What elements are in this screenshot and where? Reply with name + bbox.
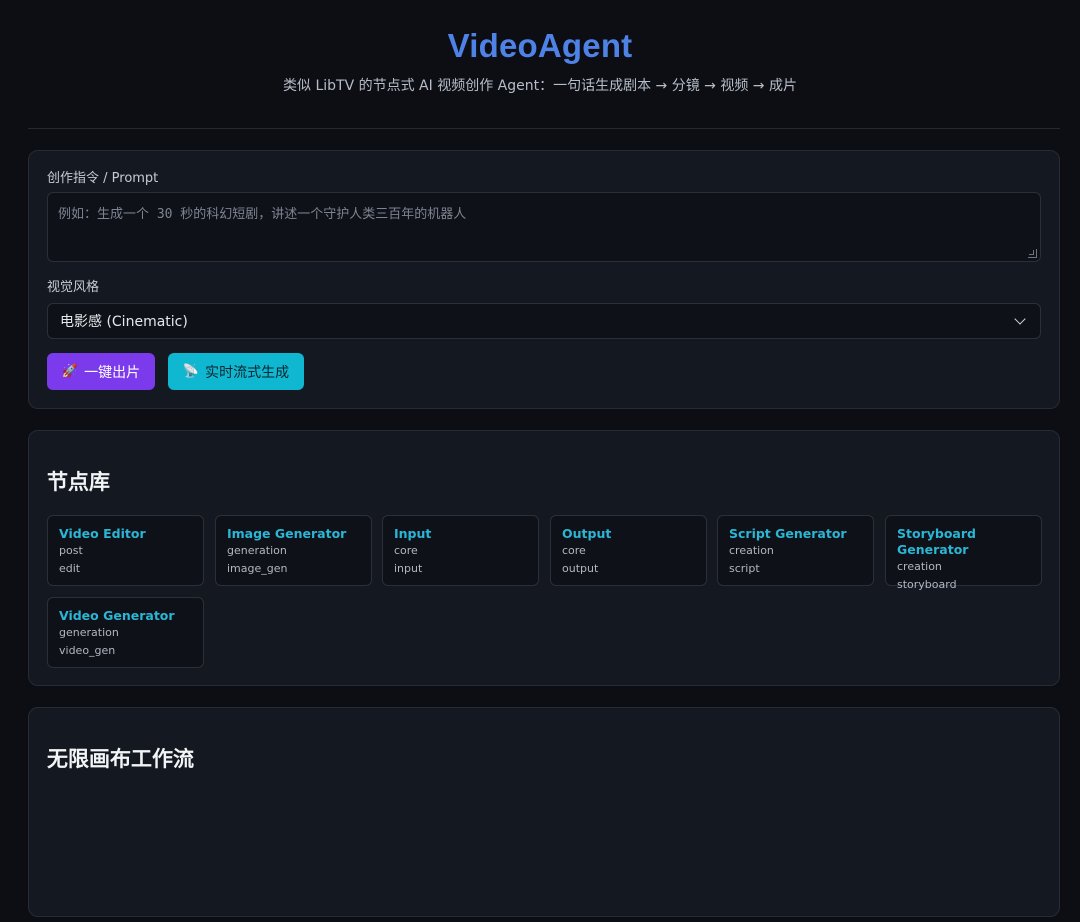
- app-title: VideoAgent: [447, 27, 633, 64]
- node-name: Image Generator: [227, 526, 347, 541]
- node-card-video-editor[interactable]: Video Editor post edit: [47, 515, 204, 586]
- stream-generate-button[interactable]: 📡 实时流式生成: [168, 353, 304, 390]
- node-card-input[interactable]: Input core input: [382, 515, 539, 586]
- prompt-panel: 创作指令 / Prompt 例如：生成一个 30 秒的科幻短剧，讲述一个守护人类…: [28, 150, 1060, 409]
- header-divider: [28, 128, 1060, 129]
- node-name: Video Generator: [59, 608, 175, 623]
- node-category: core: [394, 544, 418, 557]
- node-type: storyboard: [897, 577, 957, 591]
- node-category: generation: [59, 626, 119, 639]
- style-label: 视觉风格: [47, 280, 100, 295]
- node-library-title: 节点库: [47, 470, 110, 494]
- node-category: post: [59, 544, 83, 557]
- node-card-image-generator[interactable]: Image Generator generation image_gen: [215, 515, 372, 586]
- node-name: Storyboard Generator: [897, 526, 976, 557]
- page: VideoAgent 类似 LibTV 的节点式 AI 视频创作 Agent：一…: [0, 0, 1080, 922]
- node-type: video_gen: [59, 643, 116, 657]
- node-category: core: [562, 544, 586, 557]
- prompt-placeholder: 例如：生成一个 30 秒的科幻短剧，讲述一个守护人类三百年的机器人: [58, 207, 467, 222]
- node-name: Script Generator: [729, 526, 847, 541]
- node-card-video-generator[interactable]: Video Generator generation video_gen: [47, 597, 204, 668]
- node-card-script-generator[interactable]: Script Generator creation script: [717, 515, 874, 586]
- stream-generate-button-label: 实时流式生成: [205, 364, 290, 381]
- node-name: Output: [562, 526, 612, 541]
- header: VideoAgent 类似 LibTV 的节点式 AI 视频创作 Agent：一…: [0, 0, 1080, 128]
- node-card-storyboard-generator[interactable]: Storyboard Generator creation storyboard: [885, 515, 1042, 591]
- node-library-panel: 节点库 Video Editor post edit Image Generat…: [28, 430, 1060, 686]
- node-category: creation: [897, 560, 942, 573]
- prompt-label: 创作指令 / Prompt: [47, 171, 159, 186]
- rocket-icon: 🚀: [61, 364, 79, 379]
- workflow-canvas-panel[interactable]: 无限画布工作流: [28, 707, 1060, 917]
- style-selected-value: 电影感 (Cinematic): [60, 314, 188, 330]
- workflow-canvas-title: 无限画布工作流: [47, 747, 194, 771]
- node-name: Input: [394, 526, 432, 541]
- node-category: generation: [227, 544, 287, 557]
- chevron-down-icon: [1014, 313, 1026, 325]
- node-type: edit: [59, 561, 81, 575]
- prompt-textarea[interactable]: 例如：生成一个 30 秒的科幻短剧，讲述一个守护人类三百年的机器人: [47, 192, 1041, 262]
- node-type: script: [729, 561, 760, 575]
- satellite-icon: 📡: [182, 364, 200, 379]
- node-name: Video Editor: [59, 526, 146, 541]
- app-subtitle: 类似 LibTV 的节点式 AI 视频创作 Agent：一句话生成剧本 → 分镜…: [283, 78, 797, 94]
- style-select[interactable]: 电影感 (Cinematic): [47, 303, 1041, 339]
- node-type: input: [394, 561, 423, 575]
- generate-button[interactable]: 🚀 一键出片: [47, 353, 155, 390]
- node-type: output: [562, 561, 599, 575]
- generate-button-label: 一键出片: [84, 364, 141, 381]
- resize-grip-icon[interactable]: [1028, 249, 1037, 258]
- node-type: image_gen: [227, 561, 288, 575]
- node-category: creation: [729, 544, 774, 557]
- node-card-output[interactable]: Output core output: [550, 515, 707, 586]
